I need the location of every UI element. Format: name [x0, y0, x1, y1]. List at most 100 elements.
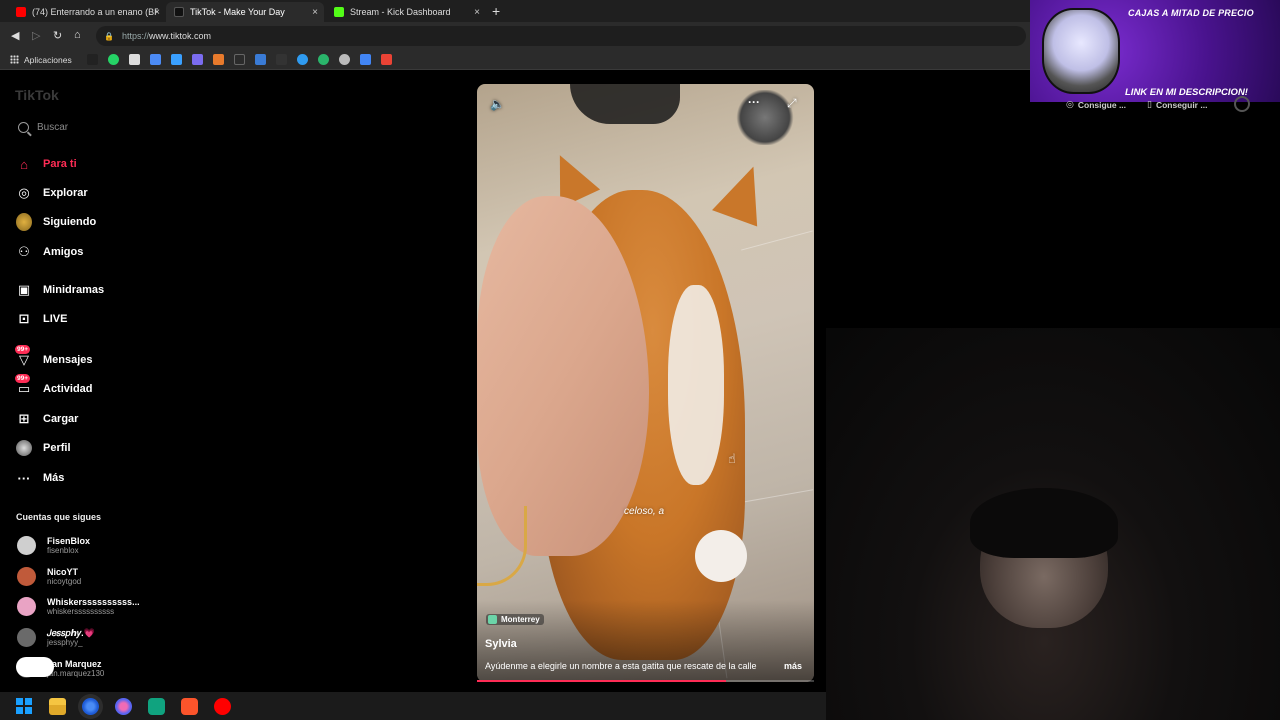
nav-label: Explorar [43, 187, 88, 199]
settings-gear-icon[interactable] [1234, 96, 1250, 112]
following-item[interactable]: 𝐽𝑒𝑠𝑠𝑝ℎ𝑦.💗 jessphyy_ [17, 628, 95, 647]
nav-label: Perfil [43, 442, 71, 454]
nav-explorar[interactable]: ◎ Explorar [16, 185, 88, 201]
file-explorer-icon[interactable] [49, 697, 66, 715]
search-input[interactable]: Buscar [18, 122, 68, 133]
avatar [17, 567, 36, 586]
home-icon[interactable]: ⌂ [74, 29, 81, 41]
url-input[interactable]: 🔒 https:// www.tiktok.com [96, 26, 1026, 46]
video-author[interactable]: Sylvia [485, 638, 517, 650]
nav-mensajes[interactable]: ▽ 99+ Mensajes [15, 345, 93, 368]
fullscreen-icon[interactable]: ⤢ [787, 96, 797, 111]
url-scheme: https:// [121, 31, 149, 41]
cat-chest-shape [668, 285, 724, 485]
youtube-icon[interactable] [214, 697, 231, 715]
nav-actividad[interactable]: ▭ 99+ Actividad [15, 374, 93, 397]
nav-minidramas[interactable]: ▣ Minidramas [16, 282, 104, 298]
brave-icon[interactable] [181, 697, 198, 715]
upload-icon: ⊞ [18, 411, 30, 426]
bookmark-icon[interactable] [128, 54, 140, 65]
tiktok-logo[interactable]: TikTok [15, 87, 59, 103]
activity-icon: ▭ 99+ [15, 374, 31, 396]
following-name: FisenBlox [47, 536, 91, 546]
nav-amigos[interactable]: ⚇ Amigos [16, 244, 83, 260]
discord-icon[interactable] [115, 697, 132, 715]
home-icon: ⌂ [20, 156, 28, 172]
close-tab-icon[interactable]: × [312, 7, 318, 18]
live-icon: ⊡ [18, 311, 30, 326]
bookmark-icon[interactable] [149, 54, 161, 65]
nav-perfil[interactable]: Perfil [16, 440, 71, 456]
following-name: Jan Marquez [47, 659, 102, 669]
twitch-bookmark-icon[interactable] [191, 54, 203, 65]
bookmark-icon[interactable] [170, 54, 182, 65]
tab-tiktok[interactable]: TikTok - Make Your Day × [166, 2, 324, 22]
new-tab-button[interactable]: + [492, 3, 500, 19]
nav-mas[interactable]: ··· Más [16, 470, 65, 486]
nav-label: Cargar [43, 413, 79, 425]
following-username: fisenblox [47, 546, 79, 555]
location-pin-icon [488, 615, 497, 624]
chrome-icon[interactable] [82, 697, 99, 715]
extension-consigue[interactable]: ◎ Consigue ... [1066, 99, 1126, 110]
tiktok-favicon-icon [174, 7, 184, 17]
floating-toggle[interactable] [16, 657, 54, 677]
extension-label: Conseguir ... [1155, 99, 1208, 110]
following-name: Whiskerssssssssss... [47, 597, 140, 607]
nav-live[interactable]: ⊡ LIVE [16, 311, 68, 327]
close-tab-icon[interactable]: × [154, 7, 160, 18]
reload-icon[interactable]: ↻ [53, 29, 62, 42]
bookmark-icon[interactable] [296, 54, 308, 65]
bookmark-icon[interactable] [254, 54, 266, 65]
bookmark-icon[interactable] [338, 54, 350, 65]
profile-avatar-icon [16, 440, 32, 456]
windows-taskbar [0, 692, 826, 720]
forward-icon[interactable]: ▷ [32, 29, 40, 42]
nav-cargar[interactable]: ⊞ Cargar [16, 411, 79, 427]
more-options-icon[interactable]: ··· [748, 95, 760, 109]
bookmark-apps[interactable]: Aplicaciones [10, 55, 72, 65]
activity-badge: 99+ [15, 374, 31, 383]
nav-siguiendo[interactable]: Siguiendo [16, 213, 96, 231]
following-username: jessphyy_ [47, 638, 83, 647]
tab-kick[interactable]: Stream - Kick Dashboard × [326, 2, 486, 22]
nav-para-ti[interactable]: ⌂ Para ti [16, 156, 77, 172]
nav-label: Más [43, 472, 65, 484]
tab-youtube[interactable]: (74) Enterrando a un enano (BR × [8, 2, 166, 22]
more-dots-icon: ··· [17, 470, 31, 486]
start-icon[interactable] [16, 697, 33, 715]
promo-banner: CAJAS A MITAD DE PRECIO LINK EN MI DESCR… [1030, 0, 1280, 102]
messages-icon: ▽ 99+ [15, 345, 31, 367]
following-item[interactable]: Whiskerssssssssss... whiskerssssssssss [17, 597, 140, 616]
video-progress-bar[interactable] [477, 680, 814, 682]
search-placeholder: Buscar [37, 122, 69, 133]
bookmark-icon[interactable] [86, 54, 98, 65]
bookmark-icon[interactable] [275, 54, 287, 65]
following-username: nicoytgod [47, 577, 82, 586]
location-tag[interactable]: Monterrey [486, 614, 544, 625]
bookmark-icon[interactable] [233, 54, 245, 65]
gmail-bookmark-icon[interactable] [380, 54, 392, 65]
following-section-title: Cuentas que sigues [16, 512, 102, 522]
nav-label: Actividad [43, 383, 93, 395]
bookmark-icon[interactable] [212, 54, 224, 65]
close-tab-icon[interactable]: × [474, 7, 480, 18]
extension-icon: ▯ [1147, 99, 1152, 109]
back-icon[interactable]: ◀ [11, 29, 19, 42]
volume-icon[interactable]: 🔈 [490, 97, 505, 111]
bookmark-icon[interactable] [359, 54, 371, 65]
extension-conseguir[interactable]: ▯ Conseguir ... [1147, 99, 1207, 110]
bookmark-icon[interactable] [317, 54, 329, 65]
avatar [17, 536, 36, 555]
following-username: jan.marquez130 [47, 669, 105, 678]
apps-label: Aplicaciones [24, 54, 72, 65]
nav-label: Amigos [43, 246, 84, 258]
whatsapp-bookmark-icon[interactable] [107, 54, 119, 65]
messages-badge: 99+ [15, 345, 31, 354]
minidrama-icon: ▣ [17, 282, 31, 297]
promo-top-text: CAJAS A MITAD DE PRECIO [1128, 8, 1254, 18]
following-item[interactable]: FisenBlox fisenblox [17, 536, 90, 555]
more-button[interactable]: más [784, 661, 802, 671]
following-item[interactable]: NicoYT nicoytgod [17, 567, 81, 586]
chatgpt-icon[interactable] [148, 697, 165, 715]
